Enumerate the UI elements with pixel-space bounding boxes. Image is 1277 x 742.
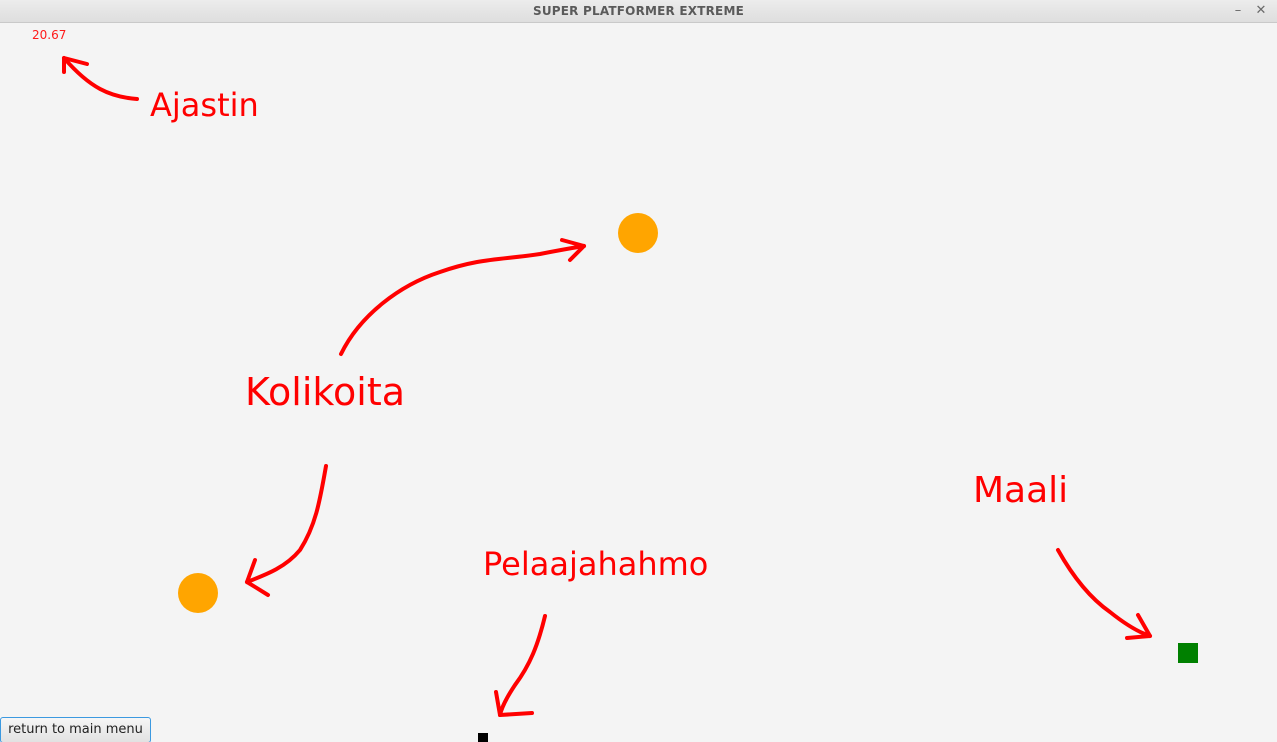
annotation-goal-label: Maali [973,470,1069,511]
title-bar: SUPER PLATFORMER EXTREME – ✕ [0,0,1277,23]
annotation-player-label: Pelaajahahmo [483,545,709,583]
coin [178,573,218,613]
player-character [478,733,488,742]
timer-display: 20.67 [32,28,67,42]
close-icon[interactable]: ✕ [1252,2,1270,20]
window-title: SUPER PLATFORMER EXTREME [533,4,744,18]
annotation-timer-label: Ajastin [150,86,259,124]
minimize-icon[interactable]: – [1229,2,1247,20]
return-to-main-menu-button[interactable]: return to main menu [0,717,151,742]
coin [618,213,658,253]
annotation-coins-label: Kolikoita [245,370,406,414]
game-canvas: 20.67 return to main menu [0,23,1277,742]
game-window: SUPER PLATFORMER EXTREME – ✕ 20.67 retur… [0,0,1277,742]
goal-block [1178,643,1198,663]
